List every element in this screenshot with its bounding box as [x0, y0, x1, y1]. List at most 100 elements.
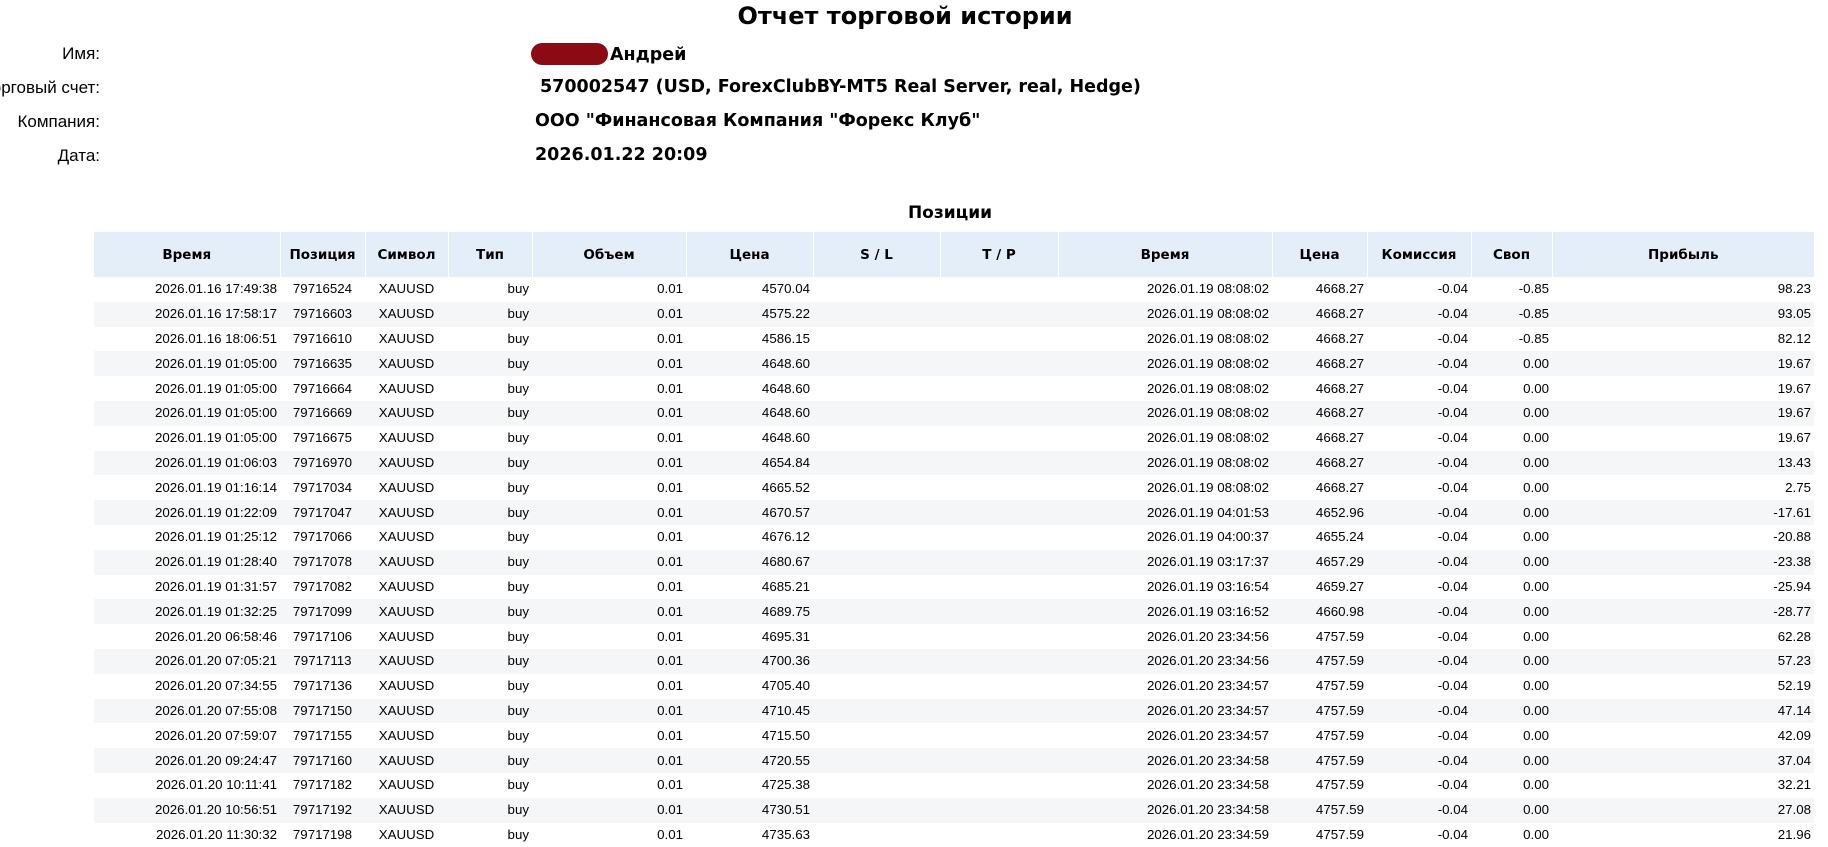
cell-stop-loss [813, 748, 940, 773]
col-header-sl: S / L [812, 232, 940, 277]
cell-close-time: 2026.01.19 03:16:54 [1146, 578, 1269, 594]
cell-close-time: 2026.01.20 23:34:57 [1058, 698, 1272, 724]
cell-symbol: XAUUSD [378, 826, 435, 842]
table-row: 2026.01.19 01:31:57 79717082 XAUUSD buy 0.01… [94, 575, 1814, 600]
cell-swap: 0.00 [1523, 826, 1549, 842]
cell-stop-loss [813, 723, 940, 748]
cell-stop-loss [813, 549, 940, 575]
cell-close-time: 2026.01.19 04:00:37 [1146, 529, 1269, 545]
cell-position-id: 79717034 [292, 479, 353, 495]
name-value: Андрей [531, 43, 686, 65]
cell-profit: 32.21 [1777, 777, 1811, 793]
table-row: 2026.01.20 09:24:47 79717160 XAUUSD buy 0.01… [94, 748, 1814, 773]
col-header-open-time: Время [94, 232, 280, 277]
positions-table-body: 2026.01.16 17:49:38 79716524 XAUUSD buy 0.01… [94, 277, 1814, 847]
cell-close-time: 2026.01.20 23:34:58 [1058, 797, 1272, 823]
cell-symbol: XAUUSD [365, 748, 448, 773]
cell-profit: 21.96 [1777, 826, 1811, 842]
cell-open-price: 4705.40 [761, 678, 810, 694]
cell-commission: -0.04 [1437, 380, 1468, 396]
cell-close-price: 4668.27 [1272, 450, 1367, 476]
cell-open-time: 2026.01.20 07:05:21 [94, 648, 280, 674]
cell-swap: 0.00 [1523, 678, 1549, 694]
cell-type: buy [448, 549, 532, 575]
cell-symbol: XAUUSD [365, 351, 448, 377]
cell-stop-loss [813, 301, 940, 327]
cell-open-price: 4680.67 [686, 549, 813, 575]
cell-take-profit [940, 549, 1058, 575]
name-label: Имя: [62, 44, 100, 63]
cell-position-id: 79717150 [280, 698, 365, 724]
cell-take-profit [940, 400, 1058, 426]
cell-open-price: 4735.63 [761, 826, 810, 842]
col-header-tp: T / P [939, 232, 1058, 277]
cell-open-price: 4670.57 [686, 500, 813, 525]
cell-type: buy [507, 330, 529, 346]
cell-open-price: 4689.75 [686, 599, 813, 625]
cell-commission: -0.04 [1367, 500, 1471, 525]
cell-commission: -0.04 [1367, 549, 1471, 575]
cell-type: buy [507, 380, 529, 396]
cell-stop-loss [813, 327, 940, 352]
cell-stop-loss [813, 698, 940, 724]
cell-volume: 0.01 [532, 698, 686, 724]
cell-commission: -0.04 [1437, 678, 1468, 694]
cell-open-price: 4648.60 [686, 400, 813, 426]
cell-commission: -0.04 [1367, 748, 1471, 773]
cell-commission: -0.04 [1437, 529, 1468, 545]
cell-close-price: 4668.27 [1315, 281, 1364, 297]
cell-close-price: 4757.59 [1315, 826, 1364, 842]
cell-swap: 0.00 [1523, 529, 1549, 545]
cell-take-profit [940, 748, 1058, 773]
cell-position-id: 79716610 [292, 330, 353, 346]
cell-close-price: 4657.29 [1272, 549, 1367, 575]
cell-symbol: XAUUSD [365, 599, 448, 625]
cell-commission: -0.04 [1367, 698, 1471, 724]
cell-open-time: 2026.01.20 10:11:41 [155, 777, 277, 793]
cell-open-time: 2026.01.19 01:16:14 [154, 479, 277, 495]
cell-volume: 0.01 [657, 678, 683, 694]
table-row: 2026.01.19 01:06:03 79716970 XAUUSD buy 0.01… [94, 450, 1814, 476]
report-title: Отчет торговой истории [737, 2, 1073, 30]
cell-position-id: 79716669 [280, 400, 365, 426]
cell-type: buy [448, 797, 532, 823]
positions-table: Время Позиция Символ Тип Объем Цена S / … [94, 232, 1814, 847]
cell-open-time: 2026.01.19 01:05:00 [154, 380, 277, 396]
cell-stop-loss [813, 450, 940, 476]
cell-symbol: XAUUSD [378, 430, 435, 446]
cell-position-id: 79716664 [292, 380, 353, 396]
cell-open-price: 4648.60 [686, 351, 813, 377]
cell-take-profit [940, 624, 1058, 649]
cell-stop-loss [813, 277, 940, 302]
cell-commission: -0.04 [1437, 777, 1468, 793]
cell-open-time: 2026.01.16 17:49:38 [154, 281, 277, 297]
cell-volume: 0.01 [657, 777, 683, 793]
cell-swap: 0.00 [1523, 479, 1549, 495]
cell-volume: 0.01 [532, 500, 686, 525]
redaction-mark [531, 43, 608, 65]
cell-position-id: 79717155 [292, 727, 353, 743]
cell-commission: -0.04 [1437, 826, 1468, 842]
positions-section-title: Позиции [907, 203, 993, 223]
cell-close-price: 4659.27 [1315, 578, 1364, 594]
col-header-commission: Комиссия [1366, 232, 1471, 277]
cell-volume: 0.01 [532, 748, 686, 773]
cell-symbol: XAUUSD [378, 727, 435, 743]
cell-stop-loss [813, 500, 940, 525]
cell-type: buy [448, 500, 532, 525]
cell-close-time: 2026.01.19 08:08:02 [1146, 281, 1269, 297]
table-row: 2026.01.19 01:05:00 79716675 XAUUSD buy 0.01… [94, 426, 1814, 451]
cell-open-price: 4730.51 [686, 797, 813, 823]
cell-open-time: 2026.01.19 01:32:25 [94, 599, 280, 625]
table-row: 2026.01.19 01:16:14 79717034 XAUUSD buy 0.01… [94, 475, 1814, 500]
cell-open-price: 4570.04 [761, 281, 810, 297]
cell-stop-loss [813, 797, 940, 823]
cell-position-id: 79717078 [280, 549, 365, 575]
cell-open-time: 2026.01.19 01:05:00 [94, 400, 280, 426]
cell-volume: 0.01 [532, 400, 686, 426]
cell-position-id: 79716635 [280, 351, 365, 377]
cell-symbol: XAUUSD [378, 479, 435, 495]
company-label: Компания: [17, 112, 100, 131]
info-row-account: Торговый счет: 570002547 (USD, ForexClub… [0, 74, 1400, 102]
cell-type: buy [448, 450, 532, 476]
